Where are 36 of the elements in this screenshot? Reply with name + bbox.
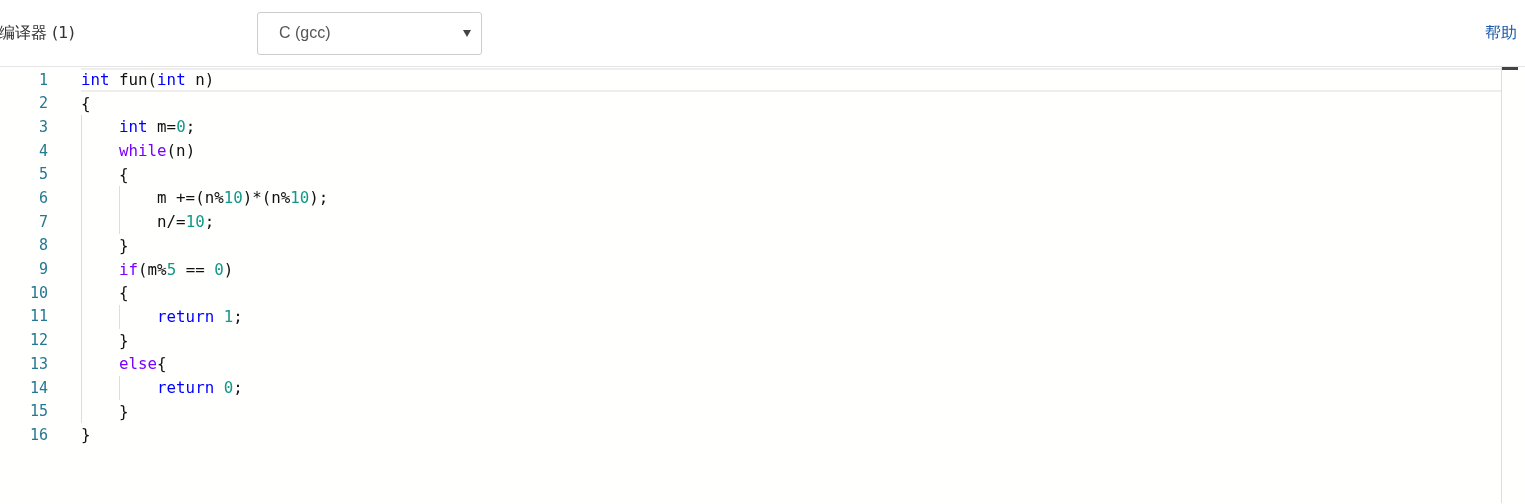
line-number: 3 (37, 116, 48, 138)
line-number: 5 (37, 164, 48, 186)
caret-down-icon (463, 29, 471, 37)
code-line: if(m%5 == 0) (81, 257, 1501, 282)
code-line: } (81, 233, 1501, 258)
line-number: 12 (28, 330, 48, 352)
line-number: 16 (28, 424, 48, 446)
code-line: } (81, 399, 1501, 424)
line-number: 2 (37, 93, 48, 115)
line-number: 4 (37, 140, 48, 162)
compiler-label: 编译器 (1) (0, 22, 76, 44)
code-line: else{ (81, 352, 1501, 376)
line-number: 13 (28, 353, 48, 375)
code-line: { (81, 281, 1501, 305)
code-line: int m=0; (81, 115, 1501, 140)
code-line: m +=(n%10)*(n%10); (81, 186, 1501, 211)
line-number: 14 (28, 377, 48, 399)
help-link[interactable]: 帮助 (1485, 21, 1517, 45)
code-line: return 1; (81, 304, 1501, 329)
line-number: 11 (28, 306, 48, 328)
language-select[interactable]: C (gcc) (257, 11, 482, 55)
line-number: 15 (28, 401, 48, 423)
code-line: { (81, 92, 92, 115)
code-line: int fun(int n) (81, 68, 1501, 92)
code-line: { (81, 162, 1501, 187)
code-line: } (81, 424, 92, 447)
line-number: 8 (37, 235, 48, 257)
line-number: 1 (37, 69, 48, 91)
line-number: 7 (37, 211, 48, 233)
code-line: n/=10; (81, 210, 1501, 234)
code-line: return 0; (81, 375, 1501, 400)
code-line: while(n) (81, 139, 1501, 163)
line-number: 6 (37, 188, 48, 210)
code-line: } (81, 328, 1501, 353)
line-number: 9 (37, 259, 48, 281)
line-number: 10 (28, 282, 48, 304)
